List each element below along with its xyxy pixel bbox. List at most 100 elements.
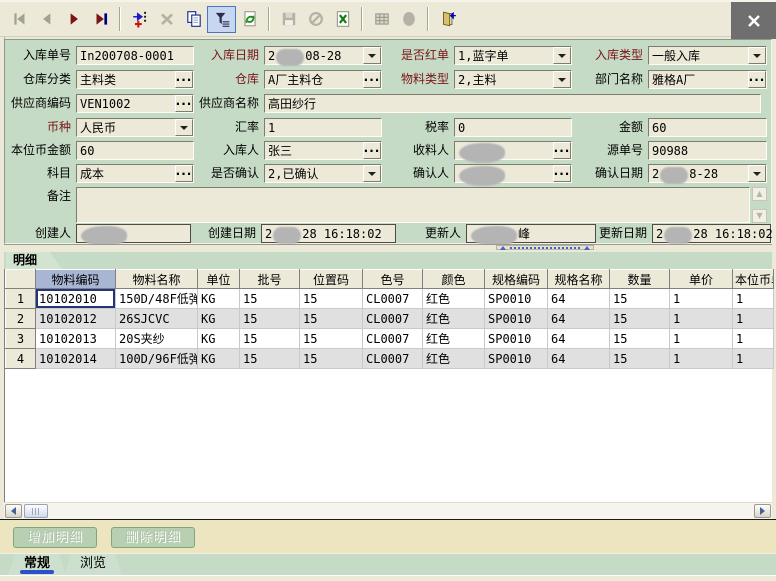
column-header-unit[interactable]: 单位 bbox=[198, 270, 240, 289]
cell-spec-name[interactable]: 64 bbox=[548, 289, 610, 309]
cell-unit[interactable]: KG bbox=[198, 329, 240, 349]
cell-material-code[interactable]: 10102012 bbox=[36, 309, 116, 329]
column-header-material-code[interactable]: 物料编码 bbox=[36, 270, 116, 289]
cell-unit-price[interactable]: 1 bbox=[670, 329, 733, 349]
column-header-color-no[interactable]: 色号 bbox=[363, 270, 423, 289]
tab-detail[interactable]: 明细 bbox=[6, 252, 62, 269]
scroll-left-button[interactable] bbox=[5, 504, 22, 518]
last-record-button[interactable] bbox=[87, 6, 114, 33]
material-type-input[interactable]: 2,主料 bbox=[454, 70, 572, 89]
vendor-code-lookup-button[interactable]: ... bbox=[175, 95, 193, 112]
vendor-name-input[interactable]: 高田纱行 bbox=[264, 94, 761, 113]
tab-browse[interactable]: 浏览 bbox=[64, 554, 122, 575]
exchange-rate-input[interactable]: 1 bbox=[264, 118, 382, 137]
column-header-unit-price[interactable]: 单价 bbox=[670, 270, 733, 289]
confirmed-input[interactable]: 2,已确认 bbox=[264, 164, 382, 183]
cell-spec-code[interactable]: SP0010 bbox=[485, 329, 548, 349]
column-header-location-code[interactable]: 位置码 bbox=[300, 270, 363, 289]
column-header-spec-code[interactable]: 规格编码 bbox=[485, 270, 548, 289]
cell-location-code[interactable]: 15 bbox=[300, 309, 363, 329]
in-person-input[interactable]: 张三 ... bbox=[264, 141, 382, 160]
grid-view-button[interactable] bbox=[368, 6, 395, 33]
cell-batch-no[interactable]: 15 bbox=[240, 349, 300, 369]
cell-unit[interactable]: KG bbox=[198, 349, 240, 369]
next-record-button[interactable] bbox=[60, 6, 87, 33]
cell-spec-code[interactable]: SP0010 bbox=[485, 309, 548, 329]
cell-batch-no[interactable]: 15 bbox=[240, 309, 300, 329]
first-record-button[interactable] bbox=[6, 6, 33, 33]
subject-lookup-button[interactable]: ... bbox=[175, 165, 193, 182]
vendor-code-input[interactable]: VEN1002 ... bbox=[76, 94, 194, 113]
cancel-button[interactable] bbox=[302, 6, 329, 33]
scroll-up-button[interactable]: ▲ bbox=[752, 187, 767, 201]
in-person-lookup-button[interactable]: ... bbox=[363, 142, 381, 159]
exit-button[interactable] bbox=[434, 6, 461, 33]
cell-quantity[interactable]: 15 bbox=[610, 349, 670, 369]
is-red-dropdown-button[interactable] bbox=[553, 47, 571, 64]
cell-color-no[interactable]: CL0007 bbox=[363, 289, 423, 309]
row-selector-header[interactable] bbox=[6, 270, 36, 289]
close-button[interactable] bbox=[731, 2, 776, 39]
delete-record-button[interactable] bbox=[153, 6, 180, 33]
column-header-batch-no[interactable]: 批号 bbox=[240, 270, 300, 289]
cell-unit[interactable]: KG bbox=[198, 309, 240, 329]
row-number[interactable]: 3 bbox=[6, 329, 36, 349]
remark-textarea[interactable] bbox=[76, 187, 750, 223]
column-header-quantity[interactable]: 数量 bbox=[610, 270, 670, 289]
cell-base-unit-price[interactable]: 1 bbox=[733, 349, 774, 369]
confirmer-lookup-button[interactable]: ... bbox=[553, 165, 571, 182]
cell-location-code[interactable]: 15 bbox=[300, 289, 363, 309]
tab-general[interactable]: 常规 bbox=[8, 554, 66, 575]
copy-button[interactable] bbox=[180, 6, 207, 33]
cell-quantity[interactable]: 15 bbox=[610, 309, 670, 329]
cell-color[interactable]: 红色 bbox=[423, 349, 485, 369]
row-number[interactable]: 2 bbox=[6, 309, 36, 329]
currency-input[interactable]: 人民币 bbox=[76, 118, 194, 137]
warehouse-lookup-button[interactable]: ... bbox=[363, 71, 381, 88]
cell-unit-price[interactable]: 1 bbox=[670, 349, 733, 369]
seal-button[interactable] bbox=[395, 6, 422, 33]
cell-color-no[interactable]: CL0007 bbox=[363, 309, 423, 329]
delete-detail-button[interactable]: 删除明细 bbox=[111, 527, 195, 548]
cell-color-no[interactable]: CL0007 bbox=[363, 349, 423, 369]
cell-color[interactable]: 红色 bbox=[423, 289, 485, 309]
cell-base-unit-price[interactable]: 1 bbox=[733, 329, 774, 349]
cell-spec-code[interactable]: SP0010 bbox=[485, 349, 548, 369]
cell-spec-name[interactable]: 64 bbox=[548, 329, 610, 349]
confirmed-dropdown-button[interactable] bbox=[363, 165, 381, 182]
in-date-dropdown-button[interactable] bbox=[363, 47, 381, 64]
row-number[interactable]: 4 bbox=[6, 349, 36, 369]
warehouse-class-lookup-button[interactable]: ... bbox=[175, 71, 193, 88]
receiver-lookup-button[interactable]: ... bbox=[553, 142, 571, 159]
column-header-base-unit-price[interactable]: 本位币单价 bbox=[733, 270, 774, 289]
export-excel-button[interactable] bbox=[329, 6, 356, 33]
cell-location-code[interactable]: 15 bbox=[300, 329, 363, 349]
warehouse-input[interactable]: A厂主料仓 ... bbox=[264, 70, 382, 89]
refresh-button[interactable] bbox=[236, 6, 263, 33]
cell-material-code[interactable]: 10102014 bbox=[36, 349, 116, 369]
material-type-dropdown-button[interactable] bbox=[553, 71, 571, 88]
tax-rate-input[interactable]: 0 bbox=[454, 118, 572, 137]
column-header-spec-name[interactable]: 规格名称 bbox=[548, 270, 610, 289]
scroll-down-button[interactable]: ▼ bbox=[752, 209, 767, 223]
currency-dropdown-button[interactable] bbox=[175, 119, 193, 136]
cell-spec-name[interactable]: 64 bbox=[548, 309, 610, 329]
save-button[interactable] bbox=[275, 6, 302, 33]
cell-batch-no[interactable]: 15 bbox=[240, 329, 300, 349]
cell-quantity[interactable]: 15 bbox=[610, 289, 670, 309]
splitter-handle[interactable] bbox=[496, 245, 594, 250]
subject-input[interactable]: 成本 ... bbox=[76, 164, 194, 183]
cell-batch-no[interactable]: 15 bbox=[240, 289, 300, 309]
base-amount-input[interactable]: 60 bbox=[76, 141, 194, 160]
in-type-dropdown-button[interactable] bbox=[748, 47, 766, 64]
department-lookup-button[interactable]: ... bbox=[748, 71, 766, 88]
cell-material-name[interactable]: 100D/96F低弹 bbox=[116, 349, 198, 369]
cell-unit-price[interactable]: 1 bbox=[670, 289, 733, 309]
cell-unit[interactable]: KG bbox=[198, 289, 240, 309]
prev-record-button[interactable] bbox=[33, 6, 60, 33]
scrollbar-thumb[interactable] bbox=[24, 504, 48, 518]
column-header-material-name[interactable]: 物料名称 bbox=[116, 270, 198, 289]
cell-material-code[interactable]: 10102010 bbox=[36, 289, 116, 309]
scroll-right-button[interactable] bbox=[754, 504, 771, 518]
cell-material-name[interactable]: 20S夹纱 bbox=[116, 329, 198, 349]
